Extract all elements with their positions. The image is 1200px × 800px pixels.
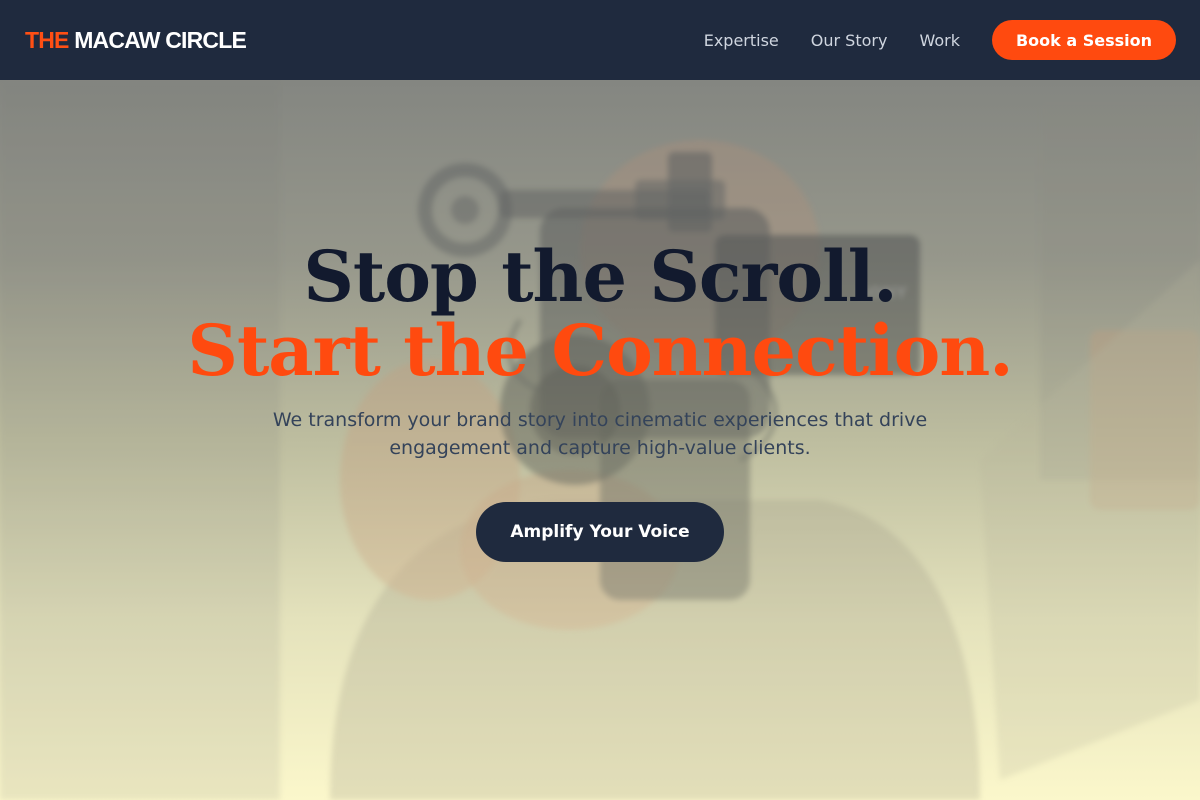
nav-link-work[interactable]: Work [919, 31, 960, 50]
amplify-voice-button[interactable]: Amplify Your Voice [476, 502, 724, 562]
hero-section: SONY Stop the Scroll. Start the Connecti… [0, 80, 1200, 800]
navbar: THE MACAW CIRCLE Expertise Our Story Wor… [0, 0, 1200, 80]
hero-subtitle: We transform your brand story into cinem… [272, 409, 928, 459]
nav-menu: Expertise Our Story Work Book a Session [704, 20, 1176, 60]
hero-headline-line-1: Stop the Scroll. [303, 235, 897, 318]
book-session-button[interactable]: Book a Session [991, 20, 1176, 60]
logo-main-text: MACAW CIRCLE [74, 26, 247, 53]
nav-link-expertise[interactable]: Expertise [704, 31, 779, 50]
nav-link-our-story[interactable]: Our Story [811, 31, 888, 50]
logo-accent-text: THE [25, 26, 69, 53]
brand-logo[interactable]: THE MACAW CIRCLE [25, 26, 247, 54]
landing-page: THE MACAW CIRCLE Expertise Our Story Wor… [0, 0, 1200, 800]
hero-headline-line-2: Start the Connection. [187, 309, 1013, 392]
